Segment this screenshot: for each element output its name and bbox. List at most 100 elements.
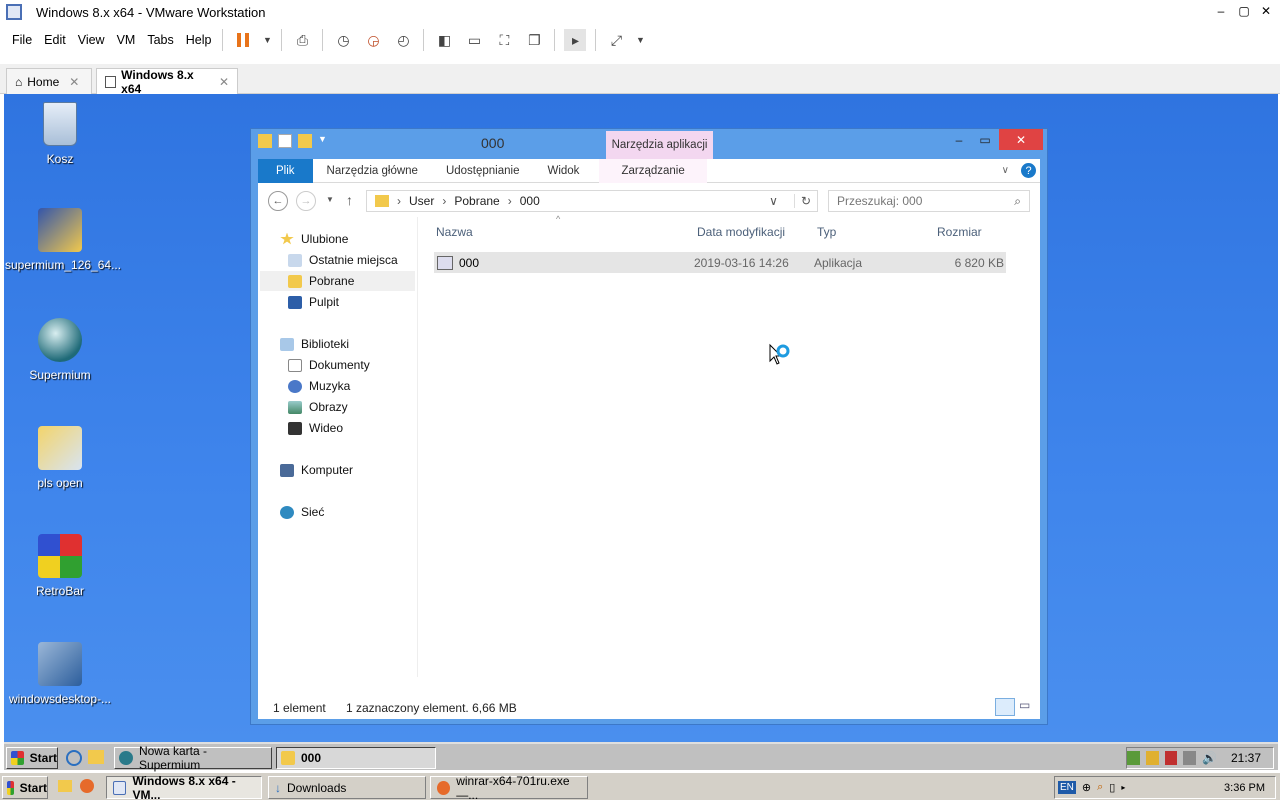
nav-network[interactable]: Sieć <box>280 502 324 522</box>
nav-computer[interactable]: Komputer <box>280 460 353 480</box>
nav-libraries[interactable]: Biblioteki <box>280 334 349 354</box>
chevron-down-icon[interactable]: ∨ <box>769 194 778 208</box>
network-disconnected-icon[interactable] <box>1164 751 1178 765</box>
nav-desktop[interactable]: Pulpit <box>288 292 339 312</box>
close-icon[interactable]: ✕ <box>219 75 229 89</box>
host-minimize-button[interactable]: – <box>1214 4 1228 18</box>
desktop-icon-retrobar[interactable]: RetroBar <box>5 534 115 598</box>
tab-vm[interactable]: Windows 8.x x64 ✕ <box>96 67 238 96</box>
chevron-down-icon[interactable]: ∨ <box>1002 165 1009 176</box>
desktop-icon-recycle-bin[interactable]: Kosz <box>5 102 115 166</box>
full-screen-icon[interactable]: ⛶ <box>493 29 515 51</box>
menu-file[interactable]: File <box>6 33 38 47</box>
host-maximize-button[interactable]: ▢ <box>1237 4 1251 18</box>
nav-pictures[interactable]: Obrazy <box>288 397 348 417</box>
refresh-icon[interactable]: ↻ <box>793 194 817 208</box>
search-icon[interactable]: ⌕ <box>1014 194 1021 209</box>
explorer-minimize-button[interactable]: – <box>947 129 971 150</box>
nav-videos[interactable]: Wideo <box>288 418 343 438</box>
host-window-title: Windows 8.x x64 - VMware Workstation <box>36 4 266 20</box>
tab-plik[interactable]: Plik <box>258 158 313 183</box>
details-view-icon[interactable] <box>995 698 1015 716</box>
explorer-quicklaunch-icon[interactable] <box>58 780 72 792</box>
snapshot-manager-icon[interactable]: ◴ <box>392 29 414 51</box>
chevron-down-icon[interactable]: ▼ <box>262 29 272 51</box>
revert-snapshot-icon[interactable]: ◶ <box>362 29 384 51</box>
nav-recent-places[interactable]: Ostatnie miejsca <box>288 250 398 270</box>
help-icon[interactable]: ? <box>1021 163 1036 178</box>
column-header-type[interactable]: Typ <box>817 225 836 239</box>
console-icon[interactable]: ▸ <box>564 29 587 51</box>
volume-icon[interactable]: 🔊 <box>1202 751 1217 765</box>
nav-music[interactable]: Muzyka <box>288 376 350 396</box>
explorer-maximize-button[interactable]: ▭ <box>973 129 997 150</box>
breadcrumb-000[interactable]: 000 <box>520 194 540 208</box>
address-bar[interactable]: › User › Pobrane › 000 ∨ ↻ <box>366 190 818 212</box>
ie-quicklaunch-icon[interactable] <box>66 750 82 766</box>
nav-downloads[interactable]: Pobrane <box>260 271 415 291</box>
tab-narzedzia-glowne[interactable]: Narzędzia główne <box>313 159 432 183</box>
up-arrow-icon[interactable]: ↑ <box>346 192 353 208</box>
chevron-down-icon[interactable]: ▼ <box>326 195 334 204</box>
snapshot-icon[interactable]: ◷ <box>332 29 354 51</box>
firefox-quicklaunch-icon[interactable] <box>80 779 94 793</box>
desktop-icon-supermium-installer[interactable]: supermium_126_64... <box>5 208 121 272</box>
search-input[interactable]: Przeszukaj: 000 ⌕ <box>828 190 1030 212</box>
unity-icon[interactable]: ❐ <box>523 29 545 51</box>
host-task-firefox[interactable]: winrar-x64-701ru.exe —... <box>430 774 588 802</box>
properties-icon[interactable] <box>278 134 292 148</box>
language-indicator[interactable]: EN <box>1058 781 1076 794</box>
stretch-guest-icon[interactable]: ⤢ <box>605 29 627 51</box>
tab-widok[interactable]: Widok <box>533 159 593 183</box>
close-icon[interactable]: ✕ <box>69 75 79 89</box>
host-task-vmware[interactable]: Windows 8.x x64 - VM... <box>106 774 262 802</box>
pause-icon[interactable] <box>232 29 254 51</box>
desktop-icon-windowsdesktop[interactable]: windowsdesktop-... <box>5 642 115 706</box>
breadcrumb-pobrane[interactable]: Pobrane <box>454 194 499 208</box>
guest-task-000[interactable]: 000 <box>276 747 436 769</box>
battery-icon[interactable]: ▯ <box>1109 781 1115 794</box>
back-arrow-icon[interactable]: ← <box>268 191 288 211</box>
warning-tray-icon[interactable] <box>1145 751 1159 765</box>
column-header-size[interactable]: Rozmiar <box>937 225 982 239</box>
forward-arrow-icon[interactable]: → <box>296 191 316 211</box>
breadcrumb-user[interactable]: User <box>409 194 434 208</box>
tab-vm-label: Windows 8.x x64 <box>121 67 194 96</box>
search-icon[interactable]: ⌕ <box>1097 781 1103 794</box>
nav-favorites[interactable]: Ulubione <box>280 229 348 249</box>
desktop-icon-pls-open[interactable]: pls open <box>5 426 115 490</box>
guest-task-supermium[interactable]: Nowa karta - Supermium <box>114 744 272 772</box>
menu-help[interactable]: Help <box>180 33 218 47</box>
host-start-button[interactable]: Start <box>2 776 48 799</box>
chevron-down-icon[interactable]: ▼ <box>635 29 645 51</box>
menu-edit[interactable]: Edit <box>38 33 72 47</box>
volume-icon[interactable]: ▸ <box>1121 783 1125 792</box>
library-view-icon[interactable]: ◧ <box>433 29 455 51</box>
desktop-icon-supermium[interactable]: Supermium <box>5 318 115 382</box>
column-header-modified[interactable]: Data modyfikacji <box>697 225 785 239</box>
security-tray-icon[interactable] <box>1127 751 1140 765</box>
send-keys-icon[interactable]: ⎙ <box>291 29 313 51</box>
power-icon[interactable] <box>1183 751 1197 765</box>
thumbnail-bar-icon[interactable]: ▭ <box>463 29 485 51</box>
menu-view[interactable]: View <box>72 33 111 47</box>
host-close-button[interactable]: ✕ <box>1259 4 1273 18</box>
host-task-downloads[interactable]: ↓ Downloads <box>268 776 426 799</box>
guest-start-button[interactable]: Start <box>6 747 58 769</box>
globe-icon[interactable]: ⊕ <box>1082 781 1091 794</box>
tab-udostepnianie[interactable]: Udostępnianie <box>432 159 534 183</box>
status-item-count: 1 element <box>273 701 326 715</box>
table-row[interactable]: 000 2019-03-16 14:26 Aplikacja 6 820 KB <box>434 252 1006 273</box>
tab-home[interactable]: ⌂ Home ✕ <box>6 68 92 94</box>
column-header-name[interactable]: Nazwa <box>436 225 473 239</box>
chevron-down-icon[interactable]: ▼ <box>318 134 327 148</box>
new-folder-icon[interactable] <box>298 134 312 148</box>
menu-tabs[interactable]: Tabs <box>141 33 179 47</box>
home-icon: ⌂ <box>15 74 23 89</box>
explorer-close-button[interactable]: ✕ <box>999 129 1043 150</box>
large-icons-view-icon[interactable]: ▭ <box>1019 698 1037 716</box>
explorer-quicklaunch-icon[interactable] <box>88 750 104 764</box>
tab-zarzadzanie[interactable]: Zarządzanie <box>599 158 707 183</box>
menu-vm[interactable]: VM <box>111 33 142 47</box>
nav-documents[interactable]: Dokumenty <box>288 355 370 375</box>
